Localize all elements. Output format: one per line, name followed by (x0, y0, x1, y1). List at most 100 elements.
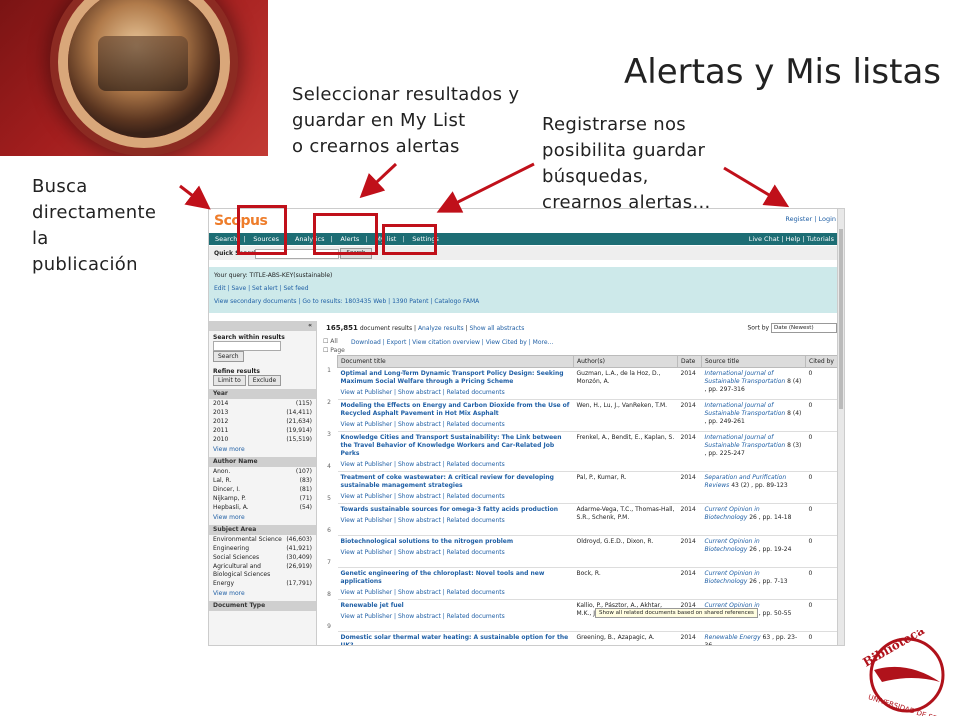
row-checkbox[interactable]: 3 (321, 419, 337, 451)
author-item[interactable]: Lal, R. (83) (209, 476, 316, 485)
year-item[interactable]: 2013 (14,411) (209, 408, 316, 417)
result-year: 2014 (677, 399, 702, 432)
analyze-results-link[interactable]: Analyze results (418, 325, 464, 332)
year-item[interactable]: 2012 (21,634) (209, 417, 316, 426)
show-abstracts-link[interactable]: Show all abstracts (469, 325, 524, 332)
result-links[interactable]: View at Publisher | Show abstract | Rela… (341, 613, 571, 621)
author-item[interactable]: Dincer, I. (81) (209, 485, 316, 494)
year-item[interactable]: 2014 (115) (209, 399, 316, 408)
result-title[interactable]: Knowledge Cities and Transport Sustainab… (337, 431, 574, 472)
row-checkbox[interactable]: 2 (321, 387, 337, 419)
table-row[interactable]: Optimal and Long-Term Dynamic Transport … (337, 367, 844, 400)
table-row[interactable]: Renewable jet fuel View at Publisher | Sh… (337, 599, 844, 632)
result-links[interactable]: View at Publisher | Show abstract | Rela… (341, 389, 571, 397)
subject-item[interactable]: Social Sciences (30,409) (209, 553, 316, 562)
subject-item[interactable]: Engineering (41,921) (209, 544, 316, 553)
table-row[interactable]: Towards sustainable sources for omega-3 … (337, 503, 844, 536)
nav-help-links[interactable]: Live Chat | Help | Tutorials (743, 233, 840, 245)
subject-facet-header[interactable]: Subject Area (209, 525, 316, 535)
year-item[interactable]: 2010 (15,519) (209, 435, 316, 444)
year-view-more[interactable]: View more (209, 444, 316, 457)
row-checkbox[interactable]: 4 (321, 451, 337, 483)
table-row[interactable]: Treatment of coke wastewater: A critical… (337, 471, 844, 504)
table-row[interactable]: Knowledge Cities and Transport Sustainab… (337, 431, 844, 472)
result-year: 2014 (677, 367, 702, 400)
sort-select[interactable]: Date (Newest) (771, 323, 837, 333)
result-authors: Wen, H., Lu, J., VanReken, T.M. (573, 399, 678, 432)
result-source[interactable]: International Journal of Sustainable Tra… (701, 399, 806, 432)
subject-view-more[interactable]: View more (209, 588, 316, 601)
query-panel: Your query: TITLE-ABS-KEY(sustainable) E… (209, 267, 844, 313)
result-links[interactable]: View at Publisher | Show abstract | Rela… (341, 461, 571, 469)
search-within-button[interactable]: Search (213, 351, 244, 362)
result-source[interactable]: International Journal of Sustainable Tra… (701, 431, 806, 472)
scrollbar[interactable] (837, 209, 844, 645)
result-source[interactable]: Current Opinion in Biotechnology 26 , pp… (701, 503, 806, 536)
result-title[interactable]: Treatment of coke wastewater: A critical… (337, 471, 574, 504)
table-row[interactable]: Genetic engineering of the chloroplast: … (337, 567, 844, 600)
row-checkbox[interactable]: 1 (321, 355, 337, 387)
result-title[interactable]: Modeling the Effects on Energy and Carbo… (337, 399, 574, 432)
svg-text:Biblioteca: Biblioteca (861, 630, 927, 670)
result-title[interactable]: Renewable jet fuel View at Publisher | Sh… (337, 599, 574, 632)
subject-item[interactable]: Environmental Science (46,603) (209, 535, 316, 544)
result-source[interactable]: Renewable Energy 63 , pp. 23-36 (701, 631, 806, 645)
row-checkbox[interactable]: 8 (321, 579, 337, 611)
author-view-more[interactable]: View more (209, 512, 316, 525)
result-title[interactable]: Biotechnological solutions to the nitrog… (337, 535, 574, 568)
exclude-button[interactable]: Exclude (247, 375, 282, 386)
result-source[interactable]: Current Opinion in Biotechnology 26 , pp… (701, 535, 806, 568)
related-docs-tooltip: Show all related documents based on shar… (595, 608, 758, 618)
author-facet-header[interactable]: Author Name (209, 457, 316, 467)
row-checkbox[interactable]: 9 (321, 611, 337, 643)
result-links[interactable]: View at Publisher | Show abstract | Rela… (341, 517, 571, 525)
subject-item[interactable]: Energy (17,791) (209, 579, 316, 588)
row-checkbox[interactable]: 6 (321, 515, 337, 547)
row-checkbox[interactable]: 7 (321, 547, 337, 579)
result-title[interactable]: Domestic solar thermal water heating: A … (337, 631, 574, 645)
doctype-facet-header[interactable]: Document Type (209, 601, 316, 611)
arrow-to-alerts (359, 162, 398, 199)
result-source[interactable]: International Journal of Sustainable Tra… (701, 367, 806, 400)
limit-to-button[interactable]: Limit to (213, 375, 246, 386)
result-title[interactable]: Optimal and Long-Term Dynamic Transport … (337, 367, 574, 400)
result-source[interactable]: Separation and Purification Reviews 43 (… (701, 471, 806, 504)
biblioteca-logo: Biblioteca UNIVERSIDAD DE SEVILLA (861, 630, 952, 716)
author-item[interactable]: Hepbasli, A. (54) (209, 503, 316, 512)
results-toolbar[interactable]: Download | Export | View citation overvi… (351, 339, 553, 346)
result-links[interactable]: View at Publisher | Show abstract | Rela… (341, 549, 571, 557)
table-row[interactable]: Domestic solar thermal water heating: A … (337, 631, 844, 645)
result-title[interactable]: Genetic engineering of the chloroplast: … (337, 567, 574, 600)
query-goto[interactable]: View secondary documents | Go to results… (214, 298, 479, 305)
year-item[interactable]: 2011 (19,914) (209, 426, 316, 435)
sidebar-collapse[interactable]: « (209, 321, 316, 331)
row-checkbox[interactable]: 5 (321, 483, 337, 515)
year-facet-header[interactable]: Year (209, 389, 316, 399)
result-authors: Greening, B., Azapagic, A. (573, 631, 678, 645)
result-year: 2014 (677, 471, 702, 504)
author-item[interactable]: Anon. (107) (209, 467, 316, 476)
col-authors[interactable]: Author(s) (573, 355, 678, 368)
col-title[interactable]: Document title (337, 355, 574, 368)
table-row[interactable]: Modeling the Effects on Energy and Carbo… (337, 399, 844, 432)
subject-item[interactable]: Agricultural and Biological Sciences (26,… (209, 562, 316, 579)
register-login-links[interactable]: Register | Login (785, 215, 836, 223)
header-photo (0, 0, 268, 156)
result-year: 2014 (677, 431, 702, 472)
col-source[interactable]: Source title (701, 355, 806, 368)
result-authors: Oldroyd, G.E.D., Dixon, R. (573, 535, 678, 568)
author-item[interactable]: Nijkamp, P. (71) (209, 494, 316, 503)
row-checkboxes[interactable]: 123456789 (321, 355, 337, 643)
result-source[interactable]: Current Opinion in Biotechnology 26 , pp… (701, 567, 806, 600)
select-options[interactable]: ☐ All ☐ Page (323, 337, 345, 355)
result-links[interactable]: View at Publisher | Show abstract | Rela… (341, 493, 571, 501)
result-links[interactable]: View at Publisher | Show abstract | Rela… (341, 589, 571, 597)
quick-search-bar: Quick Search Search (209, 246, 844, 260)
col-date[interactable]: Date (677, 355, 702, 368)
table-row[interactable]: Biotechnological solutions to the nitrog… (337, 535, 844, 568)
result-links[interactable]: View at Publisher | Show abstract | Rela… (341, 421, 571, 429)
query-actions[interactable]: Edit | Save | Set alert | Set feed (214, 285, 309, 292)
result-title[interactable]: Towards sustainable sources for omega-3 … (337, 503, 574, 536)
result-year: 2014 (677, 535, 702, 568)
search-within-input[interactable] (213, 341, 281, 351)
